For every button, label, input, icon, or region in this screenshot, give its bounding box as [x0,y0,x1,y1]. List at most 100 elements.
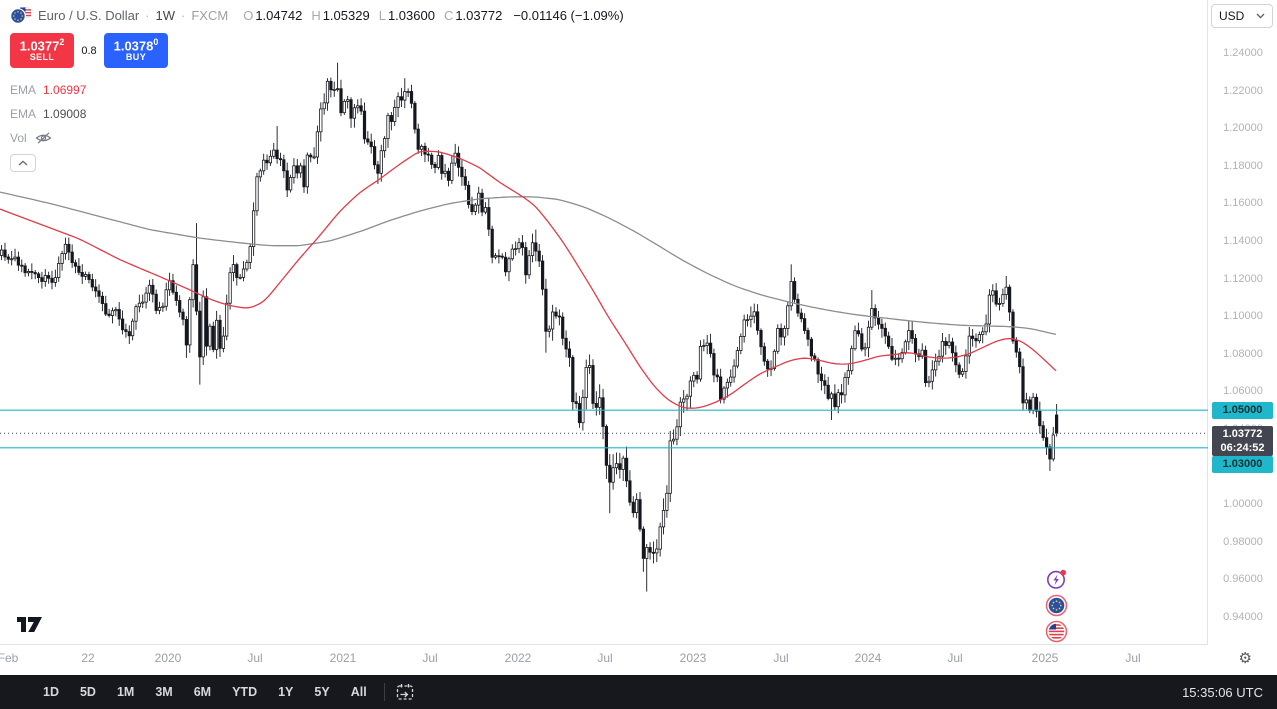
chart-legend-overlay: Euro / U.S. Dollar · 1W · FXCM O1.04742 … [10,6,624,172]
candle [797,299,799,313]
candle [528,256,530,275]
candle [599,398,601,408]
range-button-all[interactable]: All [344,681,374,703]
ema-slow-row[interactable]: EMA 1.09008 [10,102,624,126]
candle [588,366,590,368]
candle [578,404,580,423]
current-price-badge[interactable]: 1.0377206:24:52 [1212,426,1273,456]
range-button-5y[interactable]: 5Y [307,681,336,703]
candle [558,316,560,317]
level-price-badge[interactable]: 1.03000 [1212,456,1273,473]
currency-selector[interactable]: USD [1211,4,1273,28]
candle [31,271,33,272]
trading-chart-app: Euro / U.S. Dollar · 1W · FXCM O1.04742 … [0,0,1277,709]
economic-event-icon[interactable] [1045,568,1068,591]
candle [17,257,19,265]
candle [501,256,503,257]
range-button-1m[interactable]: 1M [110,681,141,703]
ema-fast-row[interactable]: EMA 1.06997 [10,78,624,102]
ema-fast-line[interactable] [0,151,1056,408]
price-axis[interactable]: USD 1.240001.220001.200001.180001.160001… [1209,0,1277,645]
candle [1008,287,1010,312]
candle [652,552,654,553]
candle [212,326,214,349]
candle [709,343,711,353]
candle [605,427,607,466]
candle [820,374,822,381]
candle [286,171,288,190]
price-tick-label: 1.14000 [1209,235,1277,247]
symbol-title[interactable]: Euro / U.S. Dollar [38,8,139,23]
time-tick-label: Feb [0,651,18,665]
candle [152,285,154,294]
candle [289,178,291,190]
chart-pane[interactable]: Euro / U.S. Dollar · 1W · FXCM O1.04742 … [0,0,1208,645]
range-button-3m[interactable]: 3M [148,681,179,703]
candle [226,303,228,336]
range-button-1d[interactable]: 1D [36,681,66,703]
candle [105,304,107,315]
candle [851,349,853,371]
go-to-date-button[interactable] [395,682,415,702]
range-button-ytd[interactable]: YTD [225,681,264,703]
candle [7,257,9,259]
collapse-legend-button[interactable] [10,154,36,172]
tradingview-logo[interactable] [16,613,43,635]
candle [629,481,631,502]
buy-button[interactable]: 1.03780 BUY [104,33,168,68]
candle [229,273,231,304]
candle [877,318,879,324]
candle [538,251,540,261]
candle [131,321,133,336]
ohlc-values: O1.04742 H1.05329 L1.03600 C1.03772 −0.0… [243,8,623,23]
currency-value: USD [1219,9,1244,23]
candle [750,316,752,320]
range-button-1y[interactable]: 1Y [271,681,300,703]
candle [1005,287,1007,294]
open-label: O [243,8,253,23]
interval-label[interactable]: 1W [156,8,176,23]
utc-clock[interactable]: 15:35:06 UTC [1182,685,1263,700]
candle [1032,397,1034,410]
candle [551,312,553,329]
candle [575,402,577,404]
candle [689,381,691,396]
candle [121,319,123,330]
candle [928,381,930,382]
candle [840,393,842,395]
candle [1002,295,1004,304]
candle [68,244,70,252]
candle [743,320,745,337]
sell-button[interactable]: 1.03772 SELL [10,33,74,68]
indicator-legend: EMA 1.06997 EMA 1.09008 Vol [10,78,624,172]
spread-value: 0.8 [74,45,104,57]
candle [726,382,728,388]
range-button-6m[interactable]: 6M [187,681,218,703]
trade-widget: 1.03772 SELL 0.8 1.03780 BUY [10,33,624,68]
candle [914,339,916,354]
eu-flag-event-icon[interactable] [1045,594,1068,617]
bar-countdown: 06:24:52 [1212,441,1273,455]
candle [740,336,742,350]
candle [998,304,1000,305]
current-price-value: 1.03772 [1212,427,1273,441]
candle [189,300,191,345]
axis-settings-gear-icon[interactable]: ⚙ [1239,649,1252,667]
candle [64,244,66,253]
candle [1049,447,1051,459]
price-tick-label: 1.22000 [1209,85,1277,97]
candle [908,331,910,342]
candle [686,396,688,399]
candle [494,256,496,258]
us-flag-event-icon[interactable] [1045,620,1068,643]
candle [1022,367,1024,403]
range-button-5d[interactable]: 5D [73,681,103,703]
volume-row[interactable]: Vol [10,126,624,150]
level-price-badge[interactable]: 1.05000 [1212,402,1273,419]
symbol-row[interactable]: Euro / U.S. Dollar · 1W · FXCM O1.04742 … [10,6,624,24]
eye-off-icon[interactable] [34,130,53,146]
candle [518,243,520,249]
candle [612,468,614,483]
time-axis[interactable]: ⚙ Feb222020Jul2021Jul2022Jul2023Jul2024J… [0,646,1277,675]
price-tick-label: 1.12000 [1209,273,1277,285]
